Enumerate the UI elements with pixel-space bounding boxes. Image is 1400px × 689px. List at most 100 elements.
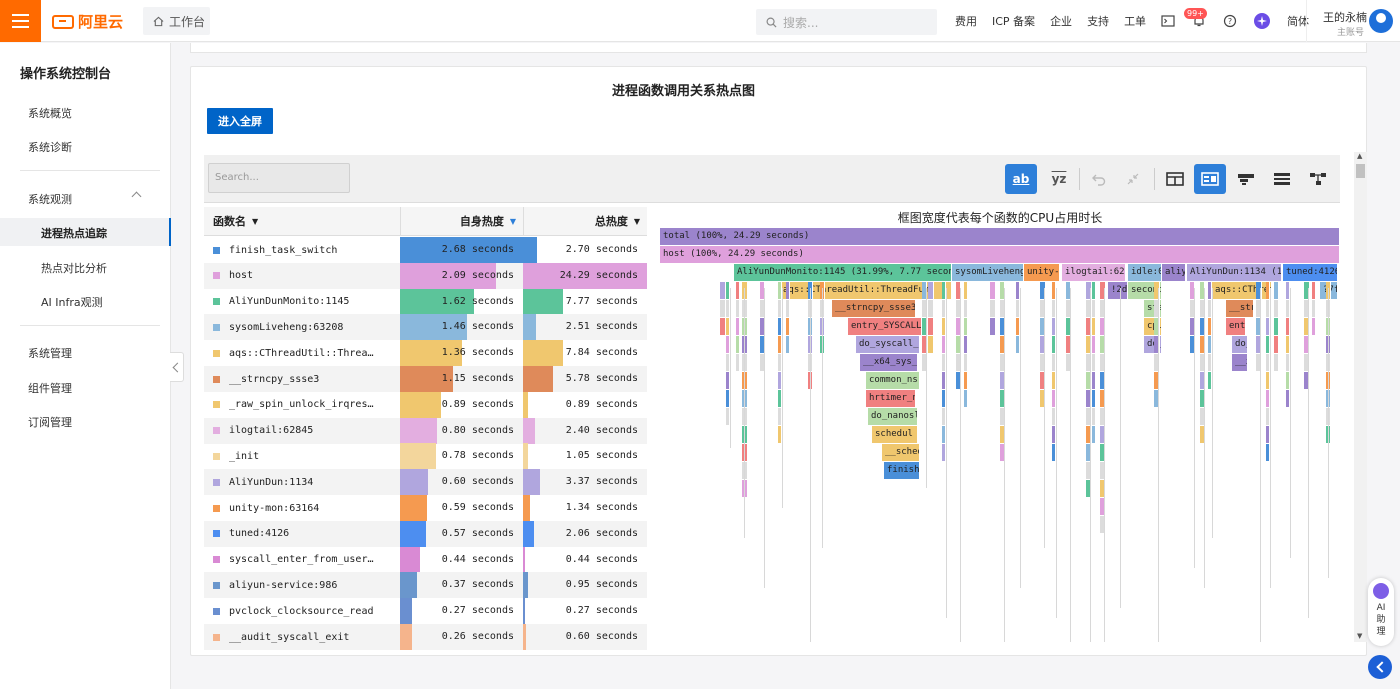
ai-assistant-button[interactable]: AI助理 — [1368, 578, 1394, 646]
flame-frame[interactable] — [928, 282, 934, 299]
flame-frame[interactable] — [1154, 354, 1160, 371]
table-row[interactable]: unity-mon:63164 0.59 seconds 1.34 seconds — [204, 495, 647, 521]
link-support[interactable]: 支持 — [1087, 13, 1109, 29]
table-row[interactable]: AliYunDunMonito:1145 1.62 seconds 7.77 sec… — [204, 288, 647, 315]
flame-frame[interactable] — [1100, 354, 1106, 371]
link-ticket[interactable]: 工单 — [1124, 13, 1146, 29]
flame-frame[interactable] — [1256, 354, 1262, 371]
flame-frame[interactable] — [1256, 318, 1262, 335]
flame-frame[interactable] — [1304, 318, 1310, 335]
table-view-icon[interactable] — [1159, 164, 1191, 194]
table-row[interactable]: _init 0.78 seconds 1.05 seconds — [204, 443, 647, 470]
sidebar-item-hotspot[interactable]: 进程热点追踪 — [41, 225, 107, 241]
flame-frame[interactable] — [1304, 354, 1310, 371]
flame-frame[interactable] — [1256, 300, 1262, 317]
flame-frame[interactable] — [742, 282, 748, 299]
flame-frame[interactable] — [1092, 390, 1096, 407]
flame-frame[interactable]: !2d5 — [1108, 282, 1128, 299]
sidebar-item-ai-infra[interactable]: AI Infra观测 — [41, 294, 103, 310]
flame-frame[interactable] — [1100, 390, 1106, 407]
sidebar-item-component-manage[interactable]: 组件管理 — [28, 380, 72, 396]
table-row[interactable]: pvclock_clocksource_read 0.27 seconds 0.27… — [204, 598, 647, 625]
flame-frame[interactable] — [786, 282, 790, 299]
flame-frame[interactable] — [1040, 318, 1046, 335]
flame-frame[interactable] — [1100, 426, 1106, 443]
flame-frame[interactable] — [742, 354, 748, 371]
ai-star-icon[interactable] — [1254, 13, 1271, 29]
fullscreen-button[interactable]: 进入全屏 — [207, 108, 273, 134]
scroll-up-icon[interactable]: ▲ — [1357, 152, 1362, 160]
flame-frame[interactable] — [1092, 336, 1096, 353]
flame-frame[interactable]: unity-mon — [1024, 264, 1060, 281]
flame-frame[interactable] — [990, 318, 996, 335]
collapse-icon[interactable] — [1117, 164, 1149, 194]
flame-frame[interactable]: __x — [1232, 354, 1248, 371]
search-input[interactable]: 搜索... — [756, 9, 937, 35]
flame-frame[interactable] — [1092, 318, 1096, 335]
table-row[interactable]: _raw_spin_unlock_irqres… 0.89 seconds 0.89… — [204, 391, 647, 418]
flame-frame[interactable] — [1304, 336, 1310, 353]
flame-frame[interactable] — [742, 480, 748, 497]
flame-frame[interactable]: __x64_sys_ — [860, 354, 918, 371]
flame-frame[interactable] — [1312, 282, 1316, 299]
avatar[interactable] — [1369, 9, 1393, 33]
flame-frame[interactable] — [742, 444, 748, 461]
flame-frame[interactable] — [1274, 354, 1279, 371]
undo-icon[interactable] — [1083, 164, 1115, 194]
link-enterprise[interactable]: 企业 — [1050, 13, 1072, 29]
flame-frame[interactable]: do_syscall_6 — [856, 336, 920, 353]
flame-frame[interactable]: aliyun — [1162, 264, 1186, 281]
flame-frame[interactable] — [1100, 516, 1106, 533]
flame-frame[interactable] — [964, 282, 968, 299]
flame-frame[interactable] — [1154, 318, 1160, 335]
flame-frame[interactable]: do_nanosl — [868, 408, 918, 425]
sidebar-item-subscription[interactable]: 订阅管理 — [28, 414, 72, 430]
table-row[interactable]: syscall_enter_from_user… 0.44 seconds 0.44… — [204, 546, 647, 573]
table-row[interactable]: AliYunDun:1134 0.60 seconds 3.37 seconds — [204, 469, 647, 496]
flame-frame[interactable] — [742, 426, 748, 443]
sidebar-item-observe[interactable]: 系统观测 — [28, 191, 72, 207]
table-row[interactable]: __strncpy_ssse3 1.15 seconds 5.78 seconds — [204, 366, 647, 392]
table-row[interactable]: __audit_syscall_exit 0.26 seconds 0.60 sec… — [204, 624, 647, 650]
flame-frame[interactable] — [964, 336, 968, 353]
flame-frame[interactable]: __sched — [882, 444, 920, 461]
flame-frame[interactable]: tuned:4126 — [1283, 264, 1338, 281]
sidebar-collapse-button[interactable] — [170, 352, 184, 382]
flame-frame[interactable] — [1040, 372, 1046, 389]
flame-frame[interactable] — [990, 300, 996, 317]
flame-frame[interactable]: AliYunDun:1134 (13.87%) — [1187, 264, 1282, 281]
flame-frame[interactable] — [1154, 390, 1160, 407]
flamegraph-view-icon[interactable] — [1230, 164, 1262, 194]
flame-frame[interactable] — [1154, 282, 1160, 299]
table-row[interactable]: aqs::CThreadUtil::Threa… 1.36 seconds 7.84… — [204, 340, 647, 367]
graph-view-icon[interactable] — [1302, 164, 1334, 194]
flame-frame[interactable] — [1100, 336, 1106, 353]
flame-frame[interactable] — [1100, 282, 1106, 299]
help-icon[interactable]: ? — [1223, 14, 1237, 28]
flame-frame[interactable] — [742, 408, 748, 425]
link-fees[interactable]: 费用 — [955, 13, 977, 29]
table-row[interactable]: tuned:4126 0.57 seconds 2.06 seconds — [204, 520, 647, 547]
flame-frame[interactable] — [1100, 300, 1106, 317]
flame-frame[interactable] — [1154, 300, 1160, 317]
sort-name-button[interactable]: ab — [1005, 164, 1037, 194]
table-row[interactable]: host 2.09 seconds 24.29 seconds — [204, 262, 647, 289]
flame-frame[interactable] — [786, 336, 790, 353]
flame-frame[interactable]: ilogtail:62845 — [1062, 264, 1126, 281]
flame-frame[interactable] — [1274, 282, 1279, 299]
flame-frame[interactable]: sysomLiveheng — [952, 264, 1024, 281]
flame-frame[interactable]: schedul — [872, 426, 918, 443]
flame-frame[interactable] — [736, 300, 740, 317]
flame-frame[interactable] — [1154, 336, 1160, 353]
flame-frame[interactable]: finish_ — [884, 462, 920, 479]
table-row[interactable]: sysomLiveheng:63208 1.46 seconds 2.51 seco… — [204, 314, 647, 341]
flame-frame[interactable] — [1100, 462, 1106, 479]
split-view-icon[interactable] — [1194, 164, 1226, 194]
flame-frame[interactable] — [742, 300, 748, 317]
back-to-top-button[interactable] — [1368, 655, 1392, 679]
flame-frame[interactable] — [964, 300, 968, 317]
flame-frame[interactable] — [736, 318, 740, 335]
flame-frame[interactable] — [964, 354, 968, 371]
flame-frame[interactable] — [1040, 282, 1046, 299]
flame-frame[interactable] — [1040, 300, 1046, 317]
